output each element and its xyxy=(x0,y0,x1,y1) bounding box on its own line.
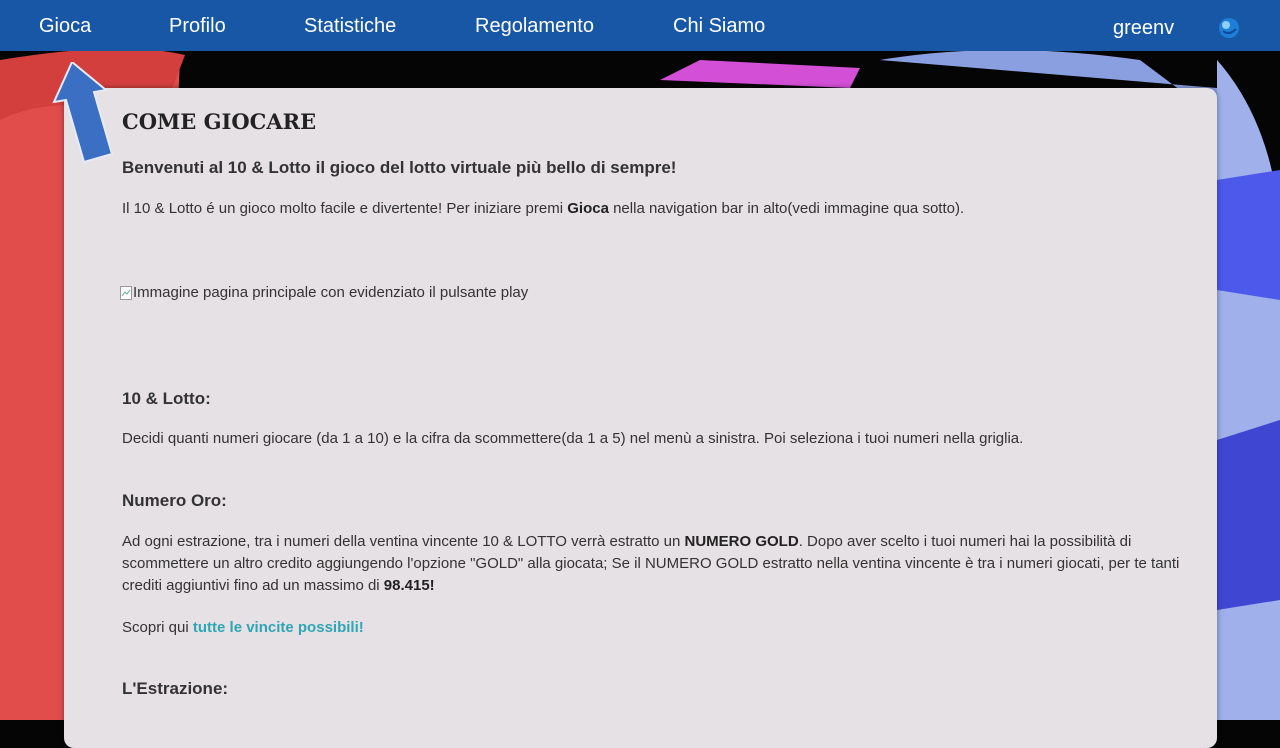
broken-image: Immagine pagina principale con evidenzia… xyxy=(120,284,528,301)
broken-image-icon xyxy=(120,285,132,300)
navigation-bar: Gioca Profilo Statistiche Regolamento Ch… xyxy=(0,0,1280,51)
nav-item-regolamento[interactable]: Regolamento xyxy=(475,14,594,38)
nav-item-statistiche[interactable]: Statistiche xyxy=(304,14,396,38)
nav-item-profilo[interactable]: Profilo xyxy=(169,14,226,38)
blue-band-2 xyxy=(1217,420,1280,610)
intro-text: Il 10 & Lotto é un gioco molto facile e … xyxy=(122,200,965,217)
arrow-pointer-icon xyxy=(52,62,114,164)
image-alt-text: Immagine pagina principale con evidenzia… xyxy=(133,284,529,301)
nav-item-gioca[interactable]: Gioca xyxy=(39,14,91,38)
discover-line: Scopri qui tutte le vincite possibili! xyxy=(122,619,364,636)
welcome-heading: Benvenuti al 10 & Lotto il gioco del lot… xyxy=(122,158,677,177)
section-10-lotto-title: 10 & Lotto: xyxy=(122,389,211,408)
section-10-lotto-text: Decidi quanti numeri giocare (da 1 a 10)… xyxy=(122,430,1024,447)
username-label[interactable]: greenv xyxy=(1113,16,1174,40)
blue-band-1 xyxy=(1217,170,1280,300)
section-numero-oro-title: Numero Oro: xyxy=(122,491,227,510)
rules-panel: COME GIOCARE Benvenuti al 10 & Lotto il … xyxy=(64,88,1217,748)
page-title: COME GIOCARE xyxy=(122,109,317,134)
globe-avatar-icon[interactable] xyxy=(1218,17,1240,39)
section-numero-oro-text: Ad ogni estrazione, tra i numeri della v… xyxy=(122,533,1180,594)
nav-item-chi-siamo[interactable]: Chi Siamo xyxy=(673,14,765,38)
section-estrazione-title: L'Estrazione: xyxy=(122,679,229,698)
all-winnings-link[interactable]: tutte le vincite possibili! xyxy=(193,619,364,636)
